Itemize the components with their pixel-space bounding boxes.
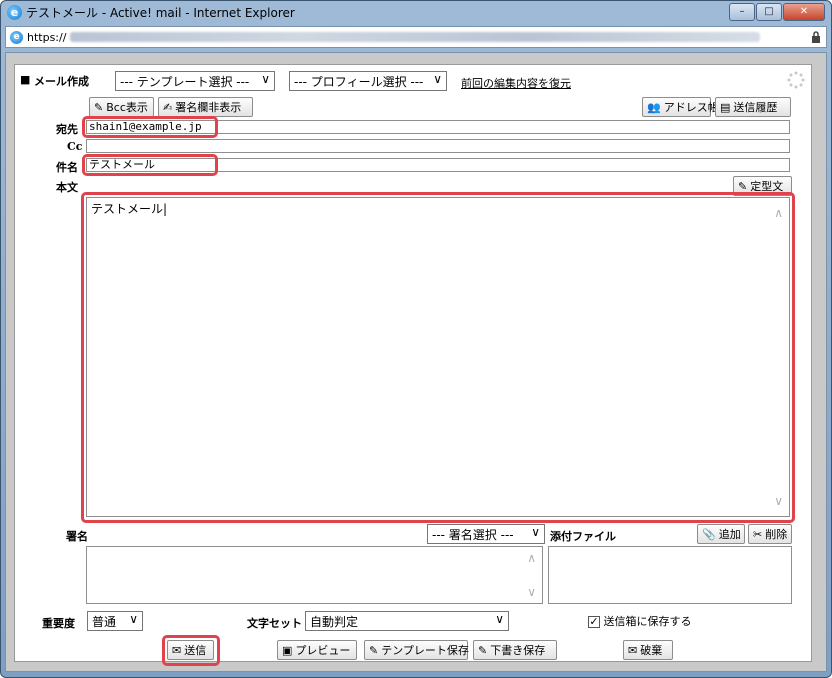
charset-value: 自動判定 bbox=[310, 615, 359, 629]
history-icon: ▤ bbox=[720, 100, 731, 114]
charset-label: 文字セット bbox=[247, 617, 302, 630]
save-draft-button[interactable]: ✎ 下書き保存 bbox=[473, 640, 557, 660]
edit-icon: ✎ bbox=[369, 643, 379, 657]
chevron-down-icon: ∨ bbox=[261, 72, 270, 86]
mode-label: メール作成 bbox=[34, 75, 89, 88]
signature-toggle-label: 署名欄非表示 bbox=[175, 101, 242, 114]
client-area: ■ メール作成 --- テンプレート選択 --- ∨ --- プロフィール選択 … bbox=[5, 52, 827, 672]
attach-delete-button[interactable]: ✂ 削除 bbox=[748, 524, 792, 544]
signature-select[interactable]: --- 署名選択 --- ∨ bbox=[427, 524, 545, 544]
save-to-sent-label: 送信箱に保存する bbox=[603, 615, 692, 628]
signature-label: 署名 bbox=[66, 530, 88, 543]
internet-explorer-icon: e bbox=[7, 4, 22, 20]
preview-icon: ▣ bbox=[282, 643, 293, 657]
template-select[interactable]: --- テンプレート選択 --- ∨ bbox=[115, 71, 275, 91]
save-draft-label: 下書き保存 bbox=[490, 644, 546, 657]
maximize-icon[interactable]: □ bbox=[756, 3, 782, 21]
subject-highlight bbox=[82, 154, 218, 176]
cc-field[interactable] bbox=[86, 139, 790, 153]
window-title: テストメール - Active! mail - Internet Explore… bbox=[26, 5, 295, 20]
signature-select-value: --- 署名選択 --- bbox=[432, 528, 514, 542]
loading-spinner-icon bbox=[787, 71, 805, 89]
edit-icon: ✎ bbox=[738, 179, 748, 193]
square-icon: ■ bbox=[20, 73, 31, 86]
cc-label: Cc bbox=[67, 140, 83, 153]
bcc-show-button[interactable]: ✎ Bcc表示 bbox=[89, 97, 154, 117]
discard-label: 破棄 bbox=[640, 644, 663, 657]
bcc-button-label: Bcc表示 bbox=[106, 101, 148, 114]
draft-icon: ✎ bbox=[478, 643, 488, 657]
restore-draft-link[interactable]: 前回の編集内容を復元 bbox=[461, 75, 571, 91]
attach-delete-label: 削除 bbox=[765, 528, 788, 541]
address-book-button[interactable]: 👥 アドレス帳 bbox=[642, 97, 719, 117]
chevron-down-icon: ∨ bbox=[129, 612, 138, 626]
priority-label: 重要度 bbox=[42, 617, 75, 630]
blurred-url bbox=[70, 32, 761, 42]
discard-button[interactable]: ✉ 破棄 bbox=[623, 640, 673, 660]
body-highlight bbox=[81, 192, 795, 523]
body-label: 本文 bbox=[56, 181, 78, 194]
priority-select[interactable]: 普通 ∨ bbox=[87, 611, 143, 631]
chevron-down-icon: ∨ bbox=[433, 72, 442, 86]
paperclip-delete-icon: ✂ bbox=[753, 527, 763, 541]
preview-button[interactable]: ▣ プレビュー bbox=[277, 640, 357, 660]
address-book-icon: 👥 bbox=[647, 100, 661, 114]
signature-icon: ✍ bbox=[163, 100, 173, 114]
attach-add-label: 追加 bbox=[718, 528, 741, 541]
scroll-up-icon[interactable]: ∧ bbox=[527, 551, 536, 565]
priority-value: 普通 bbox=[92, 615, 117, 629]
profile-select[interactable]: --- プロフィール選択 --- ∨ bbox=[289, 71, 447, 91]
send-history-label: 送信履歴 bbox=[733, 101, 778, 114]
page-icon: e bbox=[10, 30, 23, 44]
signature-hide-button[interactable]: ✍ 署名欄非表示 bbox=[158, 97, 253, 117]
paperclip-add-icon: 📎 bbox=[702, 527, 716, 541]
address-book-label: アドレス帳 bbox=[663, 101, 719, 114]
save-to-sent-checkbox[interactable]: ✓ bbox=[588, 616, 600, 628]
save-template-label: テンプレート保存 bbox=[381, 644, 469, 657]
browser-window: e テストメール - Active! mail - Internet Explo… bbox=[0, 0, 832, 678]
window-controls: – □ ✕ bbox=[728, 3, 825, 21]
chevron-down-icon: ∨ bbox=[495, 612, 504, 626]
edit-icon: ✎ bbox=[94, 100, 104, 114]
compose-panel: ■ メール作成 --- テンプレート選択 --- ∨ --- プロフィール選択 … bbox=[14, 64, 812, 666]
save-to-sent-option[interactable]: ✓ 送信箱に保存する bbox=[588, 613, 692, 629]
save-template-button[interactable]: ✎ テンプレート保存 bbox=[364, 640, 469, 660]
close-icon[interactable]: ✕ bbox=[783, 3, 825, 21]
minimize-icon[interactable]: – bbox=[729, 3, 755, 21]
attach-add-button[interactable]: 📎 追加 bbox=[697, 524, 745, 544]
attachments-label: 添付ファイル bbox=[550, 530, 616, 543]
charset-select[interactable]: 自動判定 ∨ bbox=[305, 611, 509, 631]
preview-label: プレビュー bbox=[295, 644, 351, 657]
scroll-down-icon[interactable]: ∨ bbox=[527, 585, 536, 599]
address-bar[interactable]: e https:// bbox=[5, 26, 827, 48]
signature-textarea[interactable]: ∧ ∨ bbox=[86, 546, 543, 604]
send-highlight bbox=[162, 635, 220, 666]
template-select-value: --- テンプレート選択 --- bbox=[120, 75, 250, 89]
to-highlight bbox=[82, 116, 218, 138]
title-bar: e テストメール - Active! mail - Internet Explo… bbox=[1, 1, 831, 23]
chevron-down-icon: ∨ bbox=[531, 525, 540, 539]
send-history-button[interactable]: ▤ 送信履歴 bbox=[715, 97, 791, 117]
attachments-list[interactable] bbox=[548, 546, 792, 604]
url-prefix: https:// bbox=[27, 30, 67, 44]
lock-icon bbox=[812, 31, 820, 43]
profile-select-value: --- プロフィール選択 --- bbox=[294, 75, 424, 89]
subject-label: 件名 bbox=[56, 161, 78, 174]
discard-mail-icon: ✉ bbox=[628, 643, 638, 657]
to-label: 宛先 bbox=[56, 123, 78, 136]
